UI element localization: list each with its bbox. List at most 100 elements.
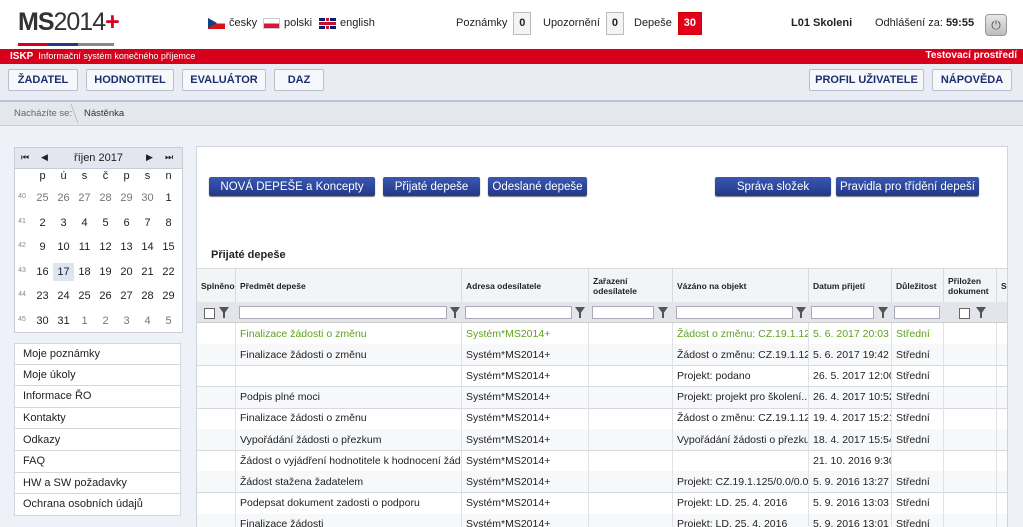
calendar-day[interactable]: 8 bbox=[158, 214, 179, 232]
calendar-day[interactable]: 14 bbox=[137, 238, 158, 256]
filter-input[interactable] bbox=[894, 306, 940, 319]
filter-icon[interactable] bbox=[796, 307, 806, 318]
folder-management-button[interactable]: Správa složek bbox=[715, 177, 831, 196]
table-row[interactable]: Vypořádání žádosti o přezkum Systém*MS201… bbox=[197, 429, 1007, 451]
filter-input[interactable] bbox=[465, 306, 572, 319]
column-header[interactable]: Předmět depeše bbox=[235, 269, 461, 302]
table-row[interactable]: Systém*MS2014+ Projekt: podano 26. 5. 2017… bbox=[197, 365, 1007, 388]
next-year-icon[interactable]: ⏭ bbox=[165, 152, 173, 163]
table-row[interactable]: Finalizace žádosti o změnu Systém*MS2014+… bbox=[197, 407, 1007, 430]
calendar-day[interactable]: 3 bbox=[53, 214, 74, 232]
calendar-day[interactable]: 29 bbox=[116, 189, 137, 207]
filter-input[interactable] bbox=[239, 306, 447, 319]
column-header[interactable]: S o bbox=[996, 269, 1007, 302]
filter-icon[interactable] bbox=[219, 307, 229, 318]
calendar-day[interactable]: 1 bbox=[158, 189, 179, 207]
calendar-day[interactable]: 4 bbox=[74, 214, 95, 232]
table-row[interactable]: Žádost stažena žadatelem Systém*MS2014+ Pr… bbox=[197, 471, 1007, 494]
calendar-day[interactable]: 9 bbox=[32, 238, 53, 256]
nav-hodnotitel[interactable]: HODNOTITEL bbox=[86, 69, 174, 91]
calendar-day[interactable]: 10 bbox=[53, 238, 74, 256]
calendar-day[interactable]: 6 bbox=[116, 214, 137, 232]
messages-counter[interactable]: Depeše 30 bbox=[634, 11, 702, 35]
calendar-day[interactable]: 27 bbox=[74, 189, 95, 207]
filter-icon[interactable] bbox=[878, 307, 888, 318]
lang-english[interactable]: english bbox=[319, 17, 375, 29]
filter-icon[interactable] bbox=[658, 307, 668, 318]
menu-item[interactable]: Ochrana osobních údajů bbox=[14, 494, 181, 516]
table-row[interactable]: Podpis plné moci Systém*MS2014+ Projekt: p… bbox=[197, 386, 1007, 409]
table-row[interactable]: Podepsat dokument zadosti o podporu Systé… bbox=[197, 492, 1007, 515]
filter-icon[interactable] bbox=[575, 307, 585, 318]
nav-daz[interactable]: DAZ bbox=[274, 69, 324, 91]
column-header[interactable]: Přiložen dokument bbox=[943, 269, 996, 302]
breadcrumb-current[interactable]: Nástěnka bbox=[84, 108, 124, 119]
filter-icon[interactable] bbox=[450, 307, 460, 318]
menu-item[interactable]: HW a SW požadavky bbox=[14, 472, 181, 495]
filter-input[interactable] bbox=[592, 306, 654, 319]
attachment-filter-checkbox[interactable] bbox=[959, 308, 970, 319]
column-header[interactable]: Datum přijetí bbox=[808, 269, 891, 302]
calendar-day[interactable]: 18 bbox=[74, 263, 95, 281]
column-header[interactable]: Adresa odesílatele bbox=[461, 269, 588, 302]
calendar-day[interactable]: 28 bbox=[95, 189, 116, 207]
ms2014-logo[interactable]: MS2014+ bbox=[18, 8, 120, 37]
filter-icon[interactable] bbox=[976, 307, 986, 318]
calendar-day[interactable]: 31 bbox=[53, 312, 74, 330]
calendar-day[interactable]: 2 bbox=[32, 214, 53, 232]
lang-czech[interactable]: česky bbox=[208, 17, 257, 29]
menu-item[interactable]: FAQ bbox=[14, 450, 181, 473]
calendar-day[interactable]: 15 bbox=[158, 238, 179, 256]
calendar-day[interactable]: 12 bbox=[95, 238, 116, 256]
calendar-day[interactable]: 27 bbox=[116, 287, 137, 305]
user-name[interactable]: L01 Skoleni bbox=[791, 17, 852, 29]
calendar-day[interactable]: 3 bbox=[116, 312, 137, 330]
prev-year-icon[interactable]: ⏮ bbox=[21, 152, 29, 163]
filter-input[interactable] bbox=[676, 306, 793, 319]
notes-counter[interactable]: Poznámky 0 bbox=[456, 11, 532, 35]
table-row[interactable]: Finalizace žádosti o změnu Systém*MS2014+… bbox=[197, 323, 1007, 345]
sent-messages-button[interactable]: Odeslané depeše bbox=[488, 177, 587, 196]
calendar-day[interactable]: 26 bbox=[95, 287, 116, 305]
next-month-icon[interactable]: ▶ bbox=[146, 152, 153, 163]
sorting-rules-button[interactable]: Pravidla pro třídění depeší bbox=[836, 177, 979, 196]
calendar-day[interactable]: 24 bbox=[53, 287, 74, 305]
column-header[interactable]: Zařazení odesílatele bbox=[588, 269, 672, 302]
calendar-day[interactable]: 2 bbox=[95, 312, 116, 330]
calendar-day[interactable]: 5 bbox=[158, 312, 179, 330]
menu-item[interactable]: Informace ŘO bbox=[14, 386, 181, 408]
new-message-button[interactable]: NOVÁ DEPEŠE a Koncepty bbox=[209, 177, 375, 196]
calendar-day[interactable]: 4 bbox=[137, 312, 158, 330]
calendar-day[interactable]: 26 bbox=[53, 189, 74, 207]
calendar-day[interactable]: 20 bbox=[116, 263, 137, 281]
received-messages-button[interactable]: Přijaté depeše bbox=[383, 177, 480, 196]
calendar-day[interactable]: 22 bbox=[158, 263, 179, 281]
filter-input[interactable] bbox=[811, 306, 874, 319]
prev-month-icon[interactable]: ◀ bbox=[41, 152, 48, 163]
calendar-day[interactable]: 30 bbox=[32, 312, 53, 330]
nav-help[interactable]: NÁPOVĚDA bbox=[932, 69, 1012, 91]
column-header[interactable]: Důležitost bbox=[891, 269, 943, 302]
calendar-day[interactable]: 25 bbox=[32, 189, 53, 207]
menu-item[interactable]: Moje poznámky bbox=[14, 343, 181, 365]
menu-item[interactable]: Moje úkoly bbox=[14, 364, 181, 387]
calendar-day[interactable]: 25 bbox=[74, 287, 95, 305]
alerts-counter[interactable]: Upozornění 0 bbox=[543, 11, 624, 35]
done-filter-checkbox[interactable] bbox=[204, 308, 215, 319]
nav-user-profile[interactable]: PROFIL UŽIVATELE bbox=[809, 69, 924, 91]
calendar-day[interactable]: 7 bbox=[137, 214, 158, 232]
calendar-day[interactable]: 11 bbox=[74, 238, 95, 256]
calendar-day[interactable]: 21 bbox=[137, 263, 158, 281]
nav-zadatel[interactable]: ŽADATEL bbox=[8, 69, 78, 91]
power-icon[interactable]: ⏻ bbox=[985, 14, 1007, 36]
calendar-day[interactable]: 5 bbox=[95, 214, 116, 232]
calendar-day[interactable]: 17 bbox=[53, 262, 74, 281]
calendar-day[interactable]: 13 bbox=[116, 238, 137, 256]
table-row[interactable]: Finalizace žádosti Systém*MS2014+ Projekt:… bbox=[197, 513, 1007, 527]
calendar-day[interactable]: 30 bbox=[137, 189, 158, 207]
calendar-day[interactable]: 16 bbox=[32, 263, 53, 281]
calendar-month[interactable]: říjen 2017 bbox=[71, 152, 126, 164]
calendar-day[interactable]: 23 bbox=[32, 287, 53, 305]
calendar-day[interactable]: 28 bbox=[137, 287, 158, 305]
menu-item[interactable]: Kontakty bbox=[14, 407, 181, 430]
